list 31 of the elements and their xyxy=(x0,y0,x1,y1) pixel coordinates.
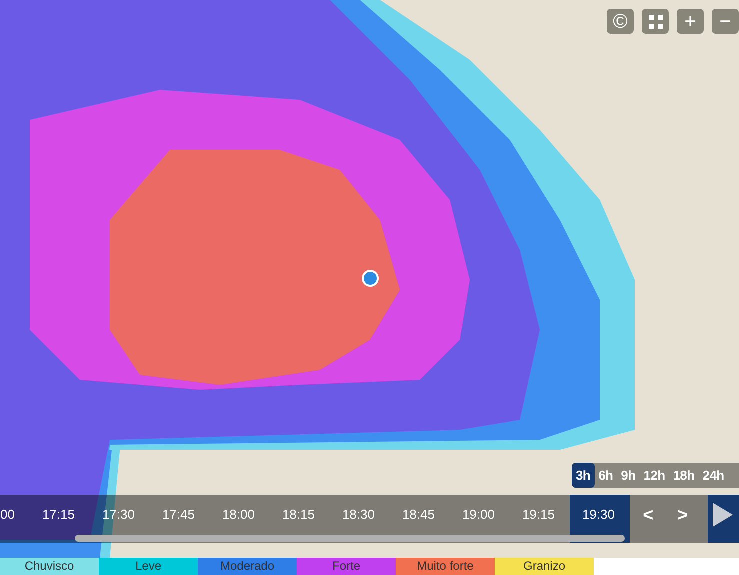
location-marker-icon xyxy=(362,270,379,287)
legend-item: Leve xyxy=(99,558,198,575)
fullscreen-icon xyxy=(648,14,664,30)
zoom-in-button[interactable]: + xyxy=(677,9,704,34)
play-button[interactable] xyxy=(708,495,739,543)
copyright-button[interactable]: © xyxy=(607,9,634,34)
previous-button[interactable]: < xyxy=(630,495,667,543)
time-slot[interactable]: 18:00 xyxy=(210,495,270,543)
time-slot[interactable]: 17:15 xyxy=(30,495,90,543)
time-slot[interactable]: 19:15 xyxy=(510,495,570,543)
play-icon xyxy=(712,502,734,528)
legend-item: Moderado xyxy=(198,558,297,575)
range-tab[interactable]: 24h xyxy=(698,463,728,488)
legend-item: Chuvisco xyxy=(0,558,99,575)
time-slot[interactable]: 00 xyxy=(0,495,30,543)
fullscreen-button[interactable] xyxy=(642,9,669,34)
range-tab[interactable]: 12h xyxy=(640,463,670,488)
time-slot[interactable]: 17:45 xyxy=(150,495,210,543)
time-slot[interactable]: 18:15 xyxy=(270,495,330,543)
time-slot[interactable]: 19:00 xyxy=(450,495,510,543)
range-tab[interactable]: 9h xyxy=(617,463,640,488)
range-tab[interactable]: 18h xyxy=(669,463,699,488)
time-slot[interactable]: 18:30 xyxy=(330,495,390,543)
next-button[interactable]: > xyxy=(666,495,699,543)
time-slot[interactable]: 18:45 xyxy=(390,495,450,543)
range-tab[interactable]: 3h xyxy=(572,463,595,488)
zoom-out-button[interactable]: − xyxy=(712,9,739,34)
legend-item: Forte xyxy=(297,558,396,575)
range-tab[interactable]: 6h xyxy=(594,463,618,488)
legend-item: Granizo xyxy=(495,558,594,575)
legend-item: Muito forte xyxy=(396,558,495,575)
